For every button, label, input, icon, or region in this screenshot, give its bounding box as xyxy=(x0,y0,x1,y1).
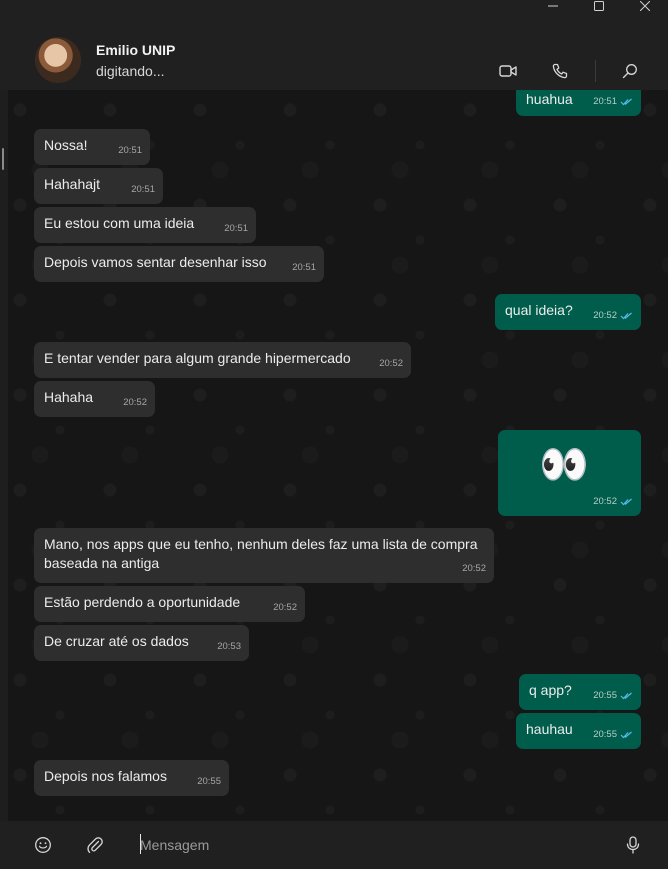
eyes-emoji: 👀 xyxy=(539,443,589,487)
message-text: Mano, nos apps que eu tenho, nenhum dele… xyxy=(44,536,478,552)
read-ticks-icon xyxy=(620,98,633,106)
message-time: 20:51 xyxy=(224,223,248,234)
search-icon xyxy=(622,64,637,79)
voice-message-button[interactable] xyxy=(621,833,645,857)
message-text: huahua xyxy=(526,91,573,107)
message-time: 20:52 xyxy=(123,397,147,408)
message-incoming[interactable]: De cruzar até os dados 20:53 xyxy=(34,625,249,661)
message-text: E tentar vender para algum grande hiperm… xyxy=(44,350,351,366)
message-time: 20:53 xyxy=(217,641,241,652)
message-text-line2: baseada na antiga xyxy=(44,555,160,571)
message-time: 20:55 xyxy=(593,686,633,705)
message-text: Hahaha xyxy=(44,389,94,405)
message-time-text: 20:55 xyxy=(593,690,617,701)
read-ticks-icon xyxy=(620,312,633,320)
message-incoming[interactable]: Hahahajt 20:51 xyxy=(34,168,163,204)
message-time: 20:51 xyxy=(131,184,155,195)
minimize-button[interactable] xyxy=(530,0,576,12)
message-time: 20:52 xyxy=(593,306,633,325)
message-outgoing[interactable]: hauhau 20:55 xyxy=(516,713,641,749)
message-time-text: 20:51 xyxy=(593,96,617,107)
close-button[interactable] xyxy=(622,0,668,12)
message-text: Nossa! xyxy=(44,137,88,153)
maximize-icon xyxy=(594,1,604,11)
voice-call-button[interactable] xyxy=(547,58,573,84)
left-strip xyxy=(0,90,8,821)
emoji-button[interactable] xyxy=(31,833,55,857)
message-text: Eu estou com uma ideia xyxy=(44,215,195,231)
message-incoming[interactable]: E tentar vender para algum grande hiperm… xyxy=(34,342,411,378)
message-time: 20:52 xyxy=(273,602,297,613)
read-ticks-icon xyxy=(620,498,633,506)
message-text: hauhau xyxy=(526,721,573,737)
message-input[interactable]: Mensagem xyxy=(140,833,580,857)
video-call-button[interactable] xyxy=(495,58,521,84)
message-incoming[interactable]: Nossa! 20:51 xyxy=(34,129,150,165)
message-time: 20:52 xyxy=(593,492,633,511)
message-time-text: 20:52 xyxy=(593,496,617,507)
window-titlebar xyxy=(0,0,668,12)
message-incoming[interactable]: Hahaha 20:52 xyxy=(34,381,155,417)
message-incoming[interactable]: Eu estou com uma ideia 20:51 xyxy=(34,207,256,243)
maximize-button[interactable] xyxy=(576,0,622,12)
message-time: 20:55 xyxy=(593,725,633,744)
message-time: 20:55 xyxy=(197,776,221,787)
close-icon xyxy=(640,1,650,11)
attach-button[interactable] xyxy=(83,833,107,857)
chat-header: Emilio UNIP digitando... xyxy=(0,12,668,90)
video-call-icon xyxy=(499,65,517,77)
read-ticks-icon xyxy=(620,692,633,700)
message-text: Hahahajt xyxy=(44,176,101,192)
avatar[interactable] xyxy=(35,37,81,83)
attach-icon xyxy=(87,837,103,854)
message-text: Depois vamos sentar desenhar isso xyxy=(44,254,267,270)
message-incoming[interactable]: Depois nos falamos 20:55 xyxy=(34,760,229,796)
header-separator xyxy=(595,60,596,82)
message-time: 20:51 xyxy=(292,262,316,273)
message-time: 20:51 xyxy=(593,92,633,111)
message-time: 20:52 xyxy=(462,563,486,574)
message-incoming[interactable]: Depois vamos sentar desenhar isso 20:51 xyxy=(34,246,324,282)
message-incoming[interactable]: Estão perdendo a oportunidade 20:52 xyxy=(34,586,305,622)
message-outgoing[interactable]: qual ideia? 20:52 xyxy=(495,294,641,330)
message-text: q app? xyxy=(529,682,572,698)
microphone-icon xyxy=(626,836,640,854)
contact-name[interactable]: Emilio UNIP xyxy=(96,42,175,58)
minimize-icon xyxy=(548,5,558,7)
message-outgoing[interactable]: huahua 20:51 xyxy=(516,90,641,116)
message-time-text: 20:55 xyxy=(593,729,617,740)
read-ticks-icon xyxy=(620,731,633,739)
message-text: De cruzar até os dados xyxy=(44,633,189,649)
emoji-icon xyxy=(35,837,51,853)
scrollbar-thumb[interactable] xyxy=(2,148,4,170)
voice-call-icon xyxy=(552,63,568,79)
message-composer: Mensagem xyxy=(0,821,668,869)
message-time: 20:51 xyxy=(118,145,142,156)
message-time: 20:52 xyxy=(379,358,403,369)
message-outgoing[interactable]: q app? 20:55 xyxy=(519,674,641,710)
message-list[interactable]: huahua 20:51 Nossa! 20:51 Hahahajt 20:51… xyxy=(0,90,668,821)
message-incoming[interactable]: Mano, nos apps que eu tenho, nenhum dele… xyxy=(34,528,494,583)
message-outgoing-emoji[interactable]: 👀 20:52 xyxy=(498,430,641,516)
contact-status: digitando... xyxy=(96,63,165,79)
message-text: qual ideia? xyxy=(505,302,573,318)
message-text: Estão perdendo a oportunidade xyxy=(44,594,241,610)
message-text: Depois nos falamos xyxy=(44,768,167,784)
message-time-text: 20:52 xyxy=(593,310,617,321)
search-button[interactable] xyxy=(617,58,643,84)
